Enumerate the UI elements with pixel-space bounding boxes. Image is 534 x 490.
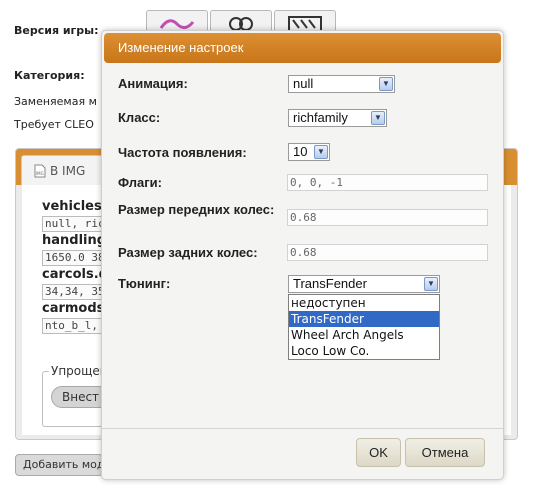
carcols-dat-title: carcols.d (42, 267, 108, 282)
tab-in-img-label: В IMG (50, 163, 86, 178)
animation-label: Анимация: (118, 76, 188, 91)
tuning-option[interactable]: Wheel Arch Angels (289, 327, 439, 343)
front-wheels-input[interactable]: 0.68 (287, 209, 488, 226)
chevron-down-icon[interactable]: ▼ (424, 277, 438, 291)
tuning-option-highlighted[interactable]: TransFender (289, 311, 439, 327)
tuning-dropdown-list: недоступен TransFender Wheel Arch Angels… (288, 294, 440, 360)
tuning-label: Тюнинг: (118, 276, 171, 291)
cancel-button[interactable]: Отмена (405, 438, 485, 467)
replaceable-model-label: Заменяемая м (14, 95, 97, 108)
handling-cfg-title: handling (42, 233, 107, 248)
rear-wheels-label: Размер задних колес: (118, 245, 258, 260)
rear-wheels-input[interactable]: 0.68 (287, 244, 488, 261)
tuning-select[interactable]: TransFender ▼ (288, 275, 440, 293)
dialog-footer-divider (102, 428, 503, 429)
tuning-option[interactable]: недоступен (289, 295, 439, 311)
chevron-down-icon[interactable]: ▼ (371, 111, 385, 125)
requires-cleo-label: Требует CLEO (14, 118, 94, 131)
animation-select[interactable]: null ▼ (288, 75, 395, 93)
add-mod-button[interactable]: Добавить мод (15, 454, 103, 476)
class-select-value: richfamily (293, 110, 348, 125)
class-label: Класс: (118, 110, 161, 125)
frequency-select[interactable]: 10 ▼ (288, 143, 330, 161)
frequency-select-value: 10 (293, 144, 308, 159)
tuning-select-value: TransFender (293, 276, 367, 291)
flags-input[interactable]: 0, 0, -1 (287, 174, 488, 191)
settings-dialog: Изменение настроек Анимация: null ▼ Клас… (101, 30, 504, 480)
svg-text:IMG: IMG (36, 171, 44, 176)
category-label: Категория: (14, 69, 85, 82)
front-wheels-label: Размер передних колес: (118, 202, 275, 217)
flags-label: Флаги: (118, 175, 162, 190)
vehicles-ide-title: vehicles. (42, 199, 107, 214)
dialog-title: Изменение настроек (104, 33, 501, 63)
tuning-option[interactable]: Loco Low Co. (289, 343, 439, 359)
animation-select-value: null (293, 76, 314, 91)
game-version-label: Версия игры: (14, 24, 99, 37)
class-select[interactable]: richfamily ▼ (288, 109, 387, 127)
chevron-down-icon[interactable]: ▼ (379, 77, 393, 91)
ok-button[interactable]: OK (356, 438, 401, 467)
chevron-down-icon[interactable]: ▼ (314, 145, 328, 159)
frequency-label: Частота появления: (118, 145, 247, 160)
carmods-dat-title: carmods (42, 301, 105, 316)
tab-in-img[interactable]: IMG В IMG (21, 155, 105, 185)
file-icon: IMG (34, 164, 46, 177)
